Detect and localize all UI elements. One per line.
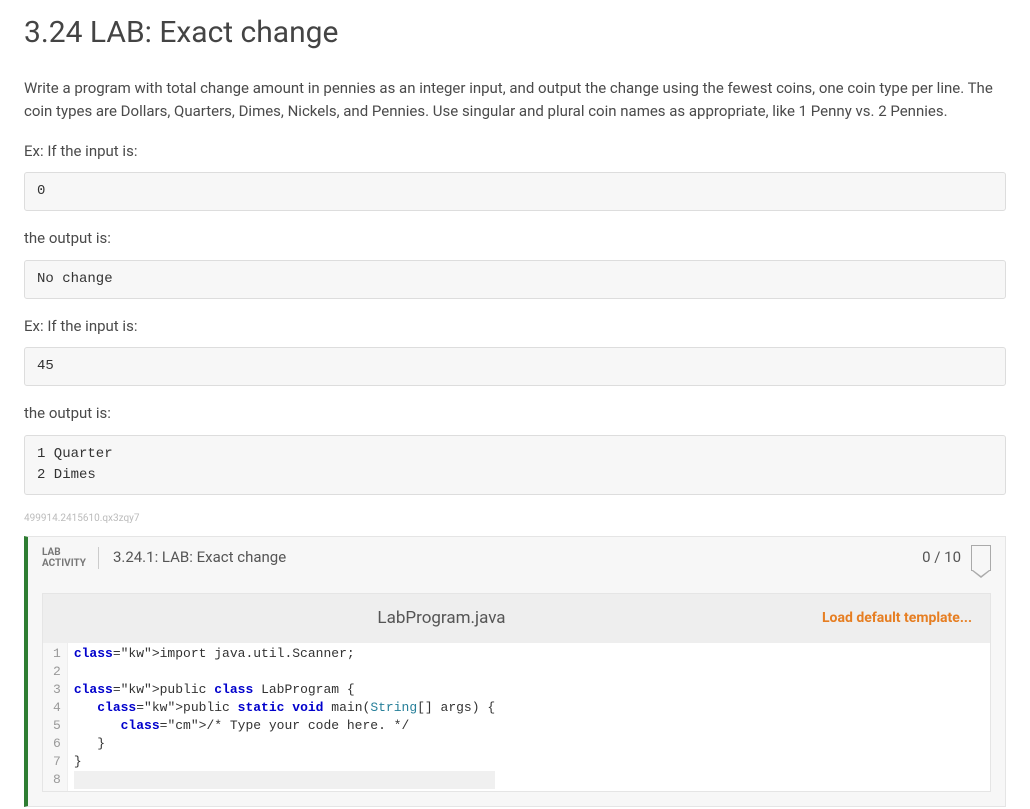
lab-tag: LAB ACTIVITY [42, 547, 99, 569]
load-default-template-link[interactable]: Load default template... [822, 608, 972, 629]
lab-score: 0 / 10 [922, 546, 961, 569]
example1-output-label: the output is: [24, 227, 1006, 250]
code-editor-panel: LabProgram.java Load default template...… [42, 593, 991, 793]
editor-header: LabProgram.java Load default template... [43, 594, 990, 644]
example1-input-label: Ex: If the input is: [24, 140, 1006, 163]
problem-description: Write a program with total change amount… [24, 77, 1006, 124]
filename-label: LabProgram.java [61, 606, 822, 632]
example2-output: 1 Quarter 2 Dimes [24, 435, 1006, 495]
example1-input: 0 [24, 172, 1006, 211]
page-title: 3.24 LAB: Exact change [24, 10, 1006, 55]
reference-id: 499914.2415610.qx3zqy7 [24, 511, 1006, 526]
example2-input-label: Ex: If the input is: [24, 315, 1006, 338]
line-gutter: 12345678 [43, 643, 68, 791]
code-editor[interactable]: 12345678 class="kw">import java.util.Sca… [43, 643, 990, 791]
bookmark-icon[interactable] [971, 545, 991, 571]
example2-input: 45 [24, 347, 1006, 386]
lab-activity-panel: LAB ACTIVITY 3.24.1: LAB: Exact change 0… [24, 536, 1006, 808]
code-lines[interactable]: class="kw">import java.util.Scanner; cla… [68, 643, 501, 791]
example2-output-label: the output is: [24, 402, 1006, 425]
lab-header: LAB ACTIVITY 3.24.1: LAB: Exact change 0… [28, 537, 1005, 579]
example1-output: No change [24, 260, 1006, 299]
lab-activity-title: 3.24.1: LAB: Exact change [113, 546, 922, 569]
